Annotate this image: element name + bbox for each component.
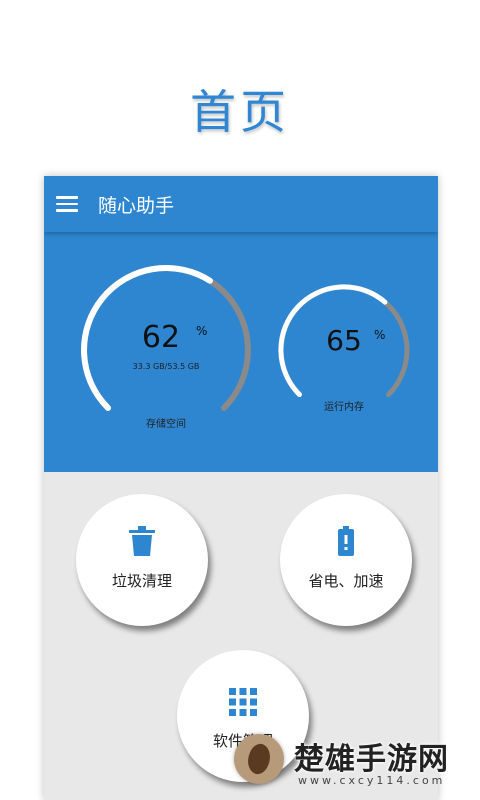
page-title: 首页 [190, 85, 290, 139]
junk-clean-label: 垃圾清理 [111, 572, 172, 590]
memory-label: 运行内存 [324, 402, 364, 413]
storage-gauge[interactable]: 62 % 33.3 GB/53.5 GB 存储空间 [78, 262, 254, 438]
memory-gauge[interactable]: 65 % 运行内存 [276, 282, 412, 418]
battery-icon [338, 526, 354, 556]
storage-label: 存储空间 [146, 419, 186, 430]
app-title: 随心助手 [98, 195, 175, 217]
usage-panel: 62 % 33.3 GB/53.5 GB 存储空间 65 % 运行内存 [44, 232, 438, 472]
app-bar: 随心助手 [44, 176, 438, 232]
watermark: 楚雄手游网 www.cxcy114.com [234, 732, 474, 790]
storage-percent-unit: % [196, 324, 208, 338]
power-boost-label: 省电、加速 [308, 572, 384, 590]
power-boost-button[interactable]: 省电、加速 [280, 494, 412, 626]
trash-icon [129, 526, 155, 556]
grid-apps-icon [229, 688, 257, 716]
junk-clean-button[interactable]: 垃圾清理 [76, 494, 208, 626]
menu-icon[interactable] [56, 196, 78, 212]
watermark-logo-icon [234, 734, 284, 784]
storage-percent-value: 62 [141, 320, 181, 355]
storage-detail: 33.3 GB/53.5 GB [132, 362, 200, 371]
watermark-url: www.cxcy114.com [298, 774, 446, 787]
app-screen: 随心助手 62 % 33.3 GB/53.5 GB 存储空间 65 % 运行内存 [44, 176, 438, 800]
memory-percent-value: 65 [326, 324, 362, 357]
watermark-text: 楚雄手游网 [294, 742, 449, 777]
memory-percent-unit: % [374, 328, 386, 342]
